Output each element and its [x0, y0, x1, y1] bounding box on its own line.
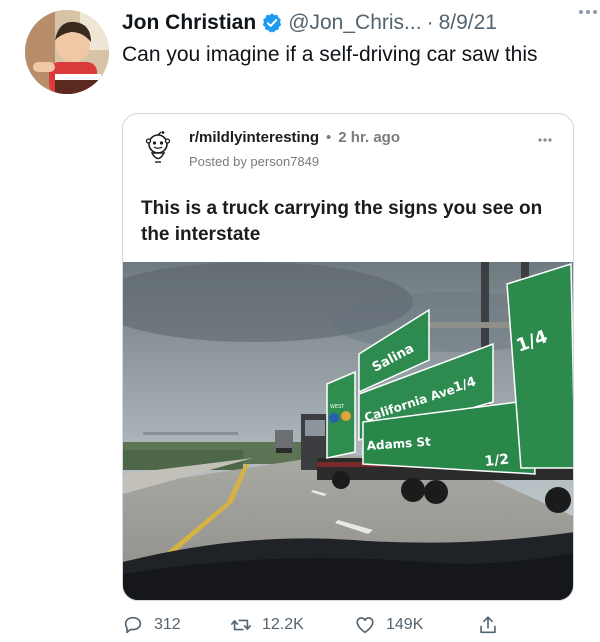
share-button[interactable]	[477, 612, 499, 638]
subreddit-separator: •	[326, 129, 332, 146]
reply-button[interactable]: 312	[122, 612, 181, 638]
header-separator: ·	[426, 11, 434, 34]
retweet-icon	[231, 619, 251, 631]
reply-count: 312	[154, 616, 181, 633]
subreddit-line: r/mildlyinteresting • 2 hr. ago	[189, 129, 400, 146]
tweet-date[interactable]: 8/9/21	[439, 11, 497, 35]
reddit-post-card[interactable]: r/mildlyinteresting • 2 hr. ago Posted b…	[122, 113, 574, 601]
heart-icon	[356, 617, 374, 634]
tweet-header: Jon Christian @Jon_Chris... · 8/9/21	[122, 8, 592, 38]
share-icon	[480, 616, 496, 634]
avatar[interactable]	[25, 10, 109, 94]
display-name[interactable]: Jon Christian	[122, 11, 256, 35]
reddit-snoo-icon	[145, 131, 171, 163]
post-title[interactable]: This is a truck carrying the signs you s…	[141, 196, 561, 248]
reply-icon	[124, 616, 142, 634]
like-button[interactable]: 149K	[354, 612, 423, 638]
retweet-button[interactable]: 12.2K	[230, 612, 304, 638]
tweet-text: Can you imagine if a self-driving car sa…	[122, 43, 538, 66]
sign-fraction-half: 1/2	[484, 451, 510, 469]
sign-route-label: WEST	[330, 404, 345, 410]
post-more-options-icon[interactable]	[537, 137, 553, 143]
retweet-count: 12.2K	[262, 616, 304, 633]
post-age: 2 hr. ago	[338, 129, 400, 146]
subreddit-name[interactable]: r/mildlyinteresting	[189, 129, 319, 146]
avatar-photo	[25, 10, 109, 94]
truck-signs-photo[interactable]: Salina California Ave 1/4 Adams St 1/2 1…	[123, 262, 574, 601]
more-options-icon[interactable]	[578, 9, 598, 15]
like-count: 149K	[386, 616, 424, 633]
posted-by[interactable]: Posted by person7849	[189, 154, 319, 169]
user-handle[interactable]: @Jon_Chris...	[288, 11, 421, 35]
verified-badge-icon	[263, 13, 282, 33]
tweet-actions: 312 12.2K 149K	[122, 612, 574, 638]
